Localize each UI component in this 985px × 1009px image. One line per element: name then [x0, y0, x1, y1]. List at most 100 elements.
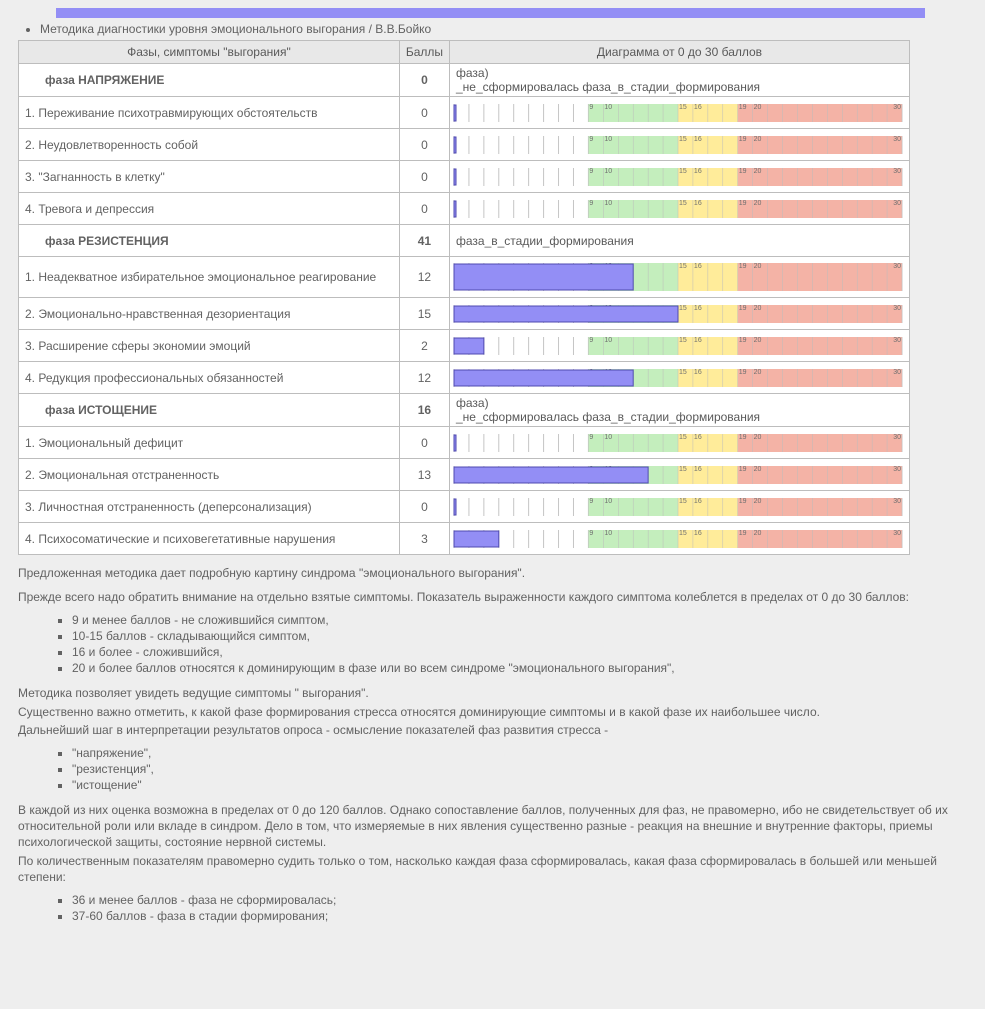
svg-text:19: 19 [739, 434, 747, 441]
desc-p1: Предложенная методика дает подробную кар… [18, 565, 967, 581]
svg-text:16: 16 [694, 466, 702, 473]
svg-text:20: 20 [754, 104, 762, 111]
desc-p4: Существенно важно отметить, к какой фазе… [18, 704, 967, 720]
list-item: "истощение" [72, 778, 967, 792]
symptom-score: 0 [399, 193, 449, 225]
svg-text:10: 10 [604, 168, 612, 175]
svg-text:16: 16 [694, 434, 702, 441]
top-divider [56, 8, 925, 18]
symptom-row: 2. Эмоционально-нравственная дезориентац… [19, 298, 910, 330]
svg-text:10: 10 [604, 498, 612, 505]
svg-text:16: 16 [694, 498, 702, 505]
symptom-score: 0 [399, 129, 449, 161]
svg-text:15: 15 [679, 434, 687, 441]
symptom-bar: 9101516192030 [450, 491, 910, 523]
svg-text:30: 30 [893, 337, 901, 344]
svg-text:30: 30 [893, 434, 901, 441]
svg-text:20: 20 [754, 434, 762, 441]
symptom-row: 4. Редукция профессиональных обязанносте… [19, 362, 910, 394]
svg-text:30: 30 [893, 530, 901, 537]
svg-text:10: 10 [604, 104, 612, 111]
phase-row: фаза РЕЗИСТЕНЦИЯ 41фаза_в_стадии_формиров… [19, 225, 910, 257]
phase-status: фаза)_не_сформировалась фаза_в_стадии_фо… [450, 394, 909, 426]
symptom-bar: 9101516192030 [450, 257, 910, 298]
list-item: 37-60 баллов - фаза в стадии формировани… [72, 909, 967, 923]
svg-text:20: 20 [754, 369, 762, 376]
symptom-score: 15 [399, 298, 449, 330]
svg-text:15: 15 [679, 530, 687, 537]
svg-text:9: 9 [589, 498, 593, 505]
svg-text:30: 30 [893, 263, 901, 270]
svg-text:16: 16 [694, 530, 702, 537]
phase-name: фаза ИСТОЩЕНИЕ [25, 403, 157, 417]
symptom-bar: 9101516192030 [450, 193, 910, 225]
phase-name: фаза НАПРЯЖЕНИЕ [25, 73, 164, 87]
phase-status: фаза_в_стадии_формирования [450, 232, 909, 250]
desc-p2: Прежде всего надо обратить внимание на о… [18, 589, 967, 605]
svg-text:10: 10 [604, 337, 612, 344]
svg-text:19: 19 [739, 466, 747, 473]
svg-text:30: 30 [893, 466, 901, 473]
symptom-row: 3. Расширение сферы экономии эмоций29101… [19, 330, 910, 362]
svg-text:30: 30 [893, 369, 901, 376]
desc-p3: Методика позволяет увидеть ведущие симпт… [18, 685, 967, 701]
title-bullet: Методика диагностики уровня эмоционально… [40, 22, 967, 36]
symptom-score: 2 [399, 330, 449, 362]
symptom-row: 1. Неадекватное избирательное эмоциональ… [19, 257, 910, 298]
col-symptoms: Фазы, симптомы "выгорания" [19, 41, 400, 64]
symptom-score: 13 [399, 459, 449, 491]
symptom-row: 2. Неудовлетворенность собой091015161920… [19, 129, 910, 161]
svg-text:19: 19 [739, 498, 747, 505]
symptom-score: 0 [399, 491, 449, 523]
desc-p7: По количественным показателям правомерно… [18, 853, 967, 885]
svg-text:16: 16 [694, 104, 702, 111]
svg-text:10: 10 [604, 136, 612, 143]
svg-text:30: 30 [893, 498, 901, 505]
symptom-bar: 9101516192030 [450, 97, 910, 129]
svg-text:20: 20 [754, 136, 762, 143]
symptom-name: 2. Эмоционально-нравственная дезориентац… [19, 298, 400, 330]
svg-text:16: 16 [694, 136, 702, 143]
svg-text:15: 15 [679, 168, 687, 175]
symptom-bar: 9101516192030 [450, 330, 910, 362]
symptom-name: 4. Тревога и депрессия [19, 193, 400, 225]
svg-text:9: 9 [589, 530, 593, 537]
symptom-bar: 9101516192030 [450, 459, 910, 491]
symptom-row: 4. Тревога и депрессия09101516192030 [19, 193, 910, 225]
phase-score: 41 [399, 225, 449, 257]
svg-text:20: 20 [754, 337, 762, 344]
symptom-score: 12 [399, 257, 449, 298]
symptom-name: 3. "Загнанность в клетку" [19, 161, 400, 193]
svg-text:30: 30 [893, 200, 901, 207]
phase-name: фаза РЕЗИСТЕНЦИЯ [25, 234, 169, 248]
symptom-name: 1. Эмоциональный дефицит [19, 427, 400, 459]
symptom-name: 2. Неудовлетворенность собой [19, 129, 400, 161]
svg-text:15: 15 [679, 104, 687, 111]
symptom-name: 3. Расширение сферы экономии эмоций [19, 330, 400, 362]
desc-list3: 36 и менее баллов - фаза не сформировала… [72, 893, 967, 923]
svg-text:19: 19 [739, 200, 747, 207]
svg-text:30: 30 [893, 305, 901, 312]
page-title: Методика диагностики уровня эмоционально… [40, 22, 967, 36]
list-item: 16 и более - сложившийся, [72, 645, 967, 659]
symptom-score: 0 [399, 427, 449, 459]
symptom-row: 1. Переживание психотравмирующих обстоят… [19, 97, 910, 129]
svg-text:20: 20 [754, 305, 762, 312]
symptom-name: 4. Психосоматические и психовегетативные… [19, 523, 400, 555]
svg-text:19: 19 [739, 337, 747, 344]
svg-text:9: 9 [589, 136, 593, 143]
svg-text:16: 16 [694, 200, 702, 207]
svg-text:19: 19 [739, 530, 747, 537]
symptom-bar: 9101516192030 [450, 129, 910, 161]
symptom-name: 1. Переживание психотравмирующих обстоят… [19, 97, 400, 129]
symptom-score: 0 [399, 161, 449, 193]
svg-text:20: 20 [754, 466, 762, 473]
svg-text:15: 15 [679, 337, 687, 344]
col-score: Баллы [399, 41, 449, 64]
symptom-bar: 9101516192030 [450, 523, 910, 555]
svg-text:9: 9 [589, 434, 593, 441]
symptom-bar: 9101516192030 [450, 362, 910, 394]
list-item: 9 и менее баллов - не сложившийся симпто… [72, 613, 967, 627]
symptom-bar: 9101516192030 [450, 427, 910, 459]
symptom-row: 3. "Загнанность в клетку"09101516192030 [19, 161, 910, 193]
